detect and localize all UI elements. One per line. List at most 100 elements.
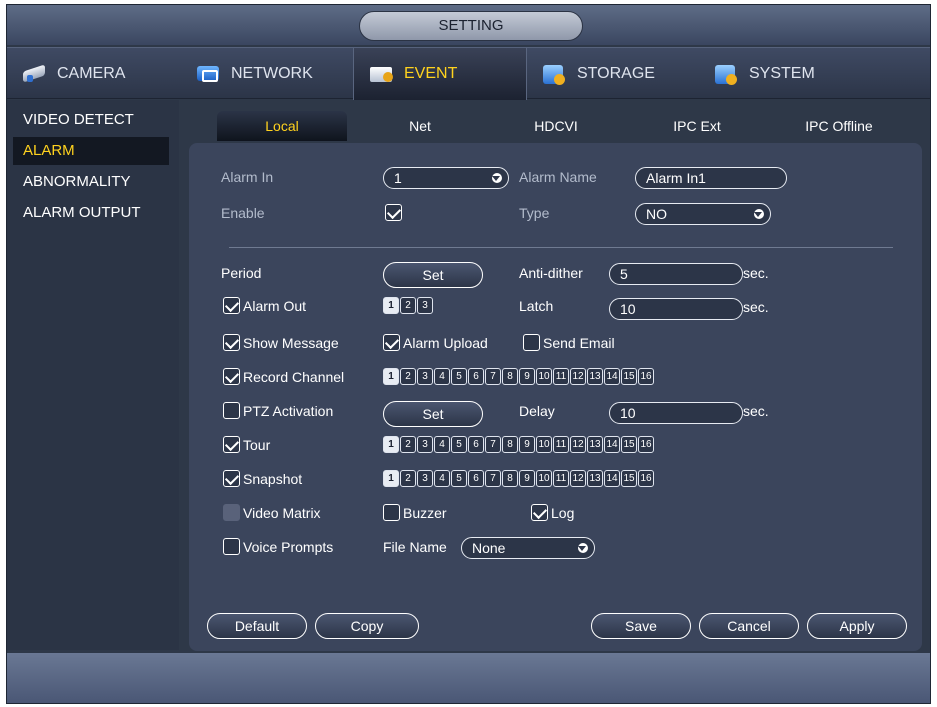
snapshot-channel-button[interactable]: 1 <box>383 470 399 487</box>
tour-channel-button[interactable]: 5 <box>451 436 467 453</box>
alarm-name-label: Alarm Name <box>519 169 597 185</box>
tour-checkbox[interactable] <box>223 436 240 453</box>
tab-camera[interactable]: CAMERA <box>21 48 181 100</box>
tab-hdcvi[interactable]: HDCVI <box>511 111 601 141</box>
cancel-button[interactable]: Cancel <box>699 613 799 639</box>
period-set-button[interactable]: Set <box>383 262 483 288</box>
alarm-out-checkbox[interactable] <box>223 297 240 314</box>
tour-channel-button[interactable]: 14 <box>604 436 620 453</box>
snapshot-channel-button[interactable]: 9 <box>519 470 535 487</box>
alarm-out-channel[interactable]: 2 <box>400 297 416 314</box>
alarm-out-channel[interactable]: 1 <box>383 297 399 314</box>
record-channel-button[interactable]: 2 <box>400 368 416 385</box>
snapshot-channel-button[interactable]: 12 <box>570 470 586 487</box>
tab-system[interactable]: SYSTEM <box>713 48 863 100</box>
file-name-select[interactable]: None <box>461 537 595 559</box>
send-email-checkbox[interactable] <box>523 334 540 351</box>
snapshot-channel-button[interactable]: 2 <box>400 470 416 487</box>
tour-channel-button[interactable]: 1 <box>383 436 399 453</box>
tour-channel-button[interactable]: 6 <box>468 436 484 453</box>
tab-storage-label: STORAGE <box>577 65 655 82</box>
tab-local[interactable]: Local <box>217 111 347 141</box>
alarm-out-channel[interactable]: 3 <box>417 297 433 314</box>
tab-ipc-offline[interactable]: IPC Offline <box>779 111 899 141</box>
snapshot-channel-button[interactable]: 7 <box>485 470 501 487</box>
snapshot-channel-button[interactable]: 13 <box>587 470 603 487</box>
tab-network[interactable]: NETWORK <box>195 48 345 100</box>
type-select[interactable]: NO <box>635 203 771 225</box>
record-channel-button[interactable]: 1 <box>383 368 399 385</box>
tour-channel-button[interactable]: 10 <box>536 436 552 453</box>
default-button[interactable]: Default <box>207 613 307 639</box>
tab-event[interactable]: EVENT <box>353 48 527 100</box>
snapshot-channel-button[interactable]: 11 <box>553 470 569 487</box>
record-channel-button[interactable]: 10 <box>536 368 552 385</box>
title-bar: SETTING <box>7 5 930 45</box>
video-matrix-checkbox[interactable] <box>223 504 240 521</box>
record-channel-button[interactable]: 16 <box>638 368 654 385</box>
record-channel-button[interactable]: 14 <box>604 368 620 385</box>
snapshot-channel-button[interactable]: 6 <box>468 470 484 487</box>
snapshot-channel-button[interactable]: 5 <box>451 470 467 487</box>
tour-channel-button[interactable]: 3 <box>417 436 433 453</box>
record-channel-button[interactable]: 9 <box>519 368 535 385</box>
sidebar-item-abnormality[interactable]: ABNORMALITY <box>13 168 169 196</box>
tour-channel-button[interactable]: 11 <box>553 436 569 453</box>
sidebar-item-alarm-output[interactable]: ALARM OUTPUT <box>13 199 169 227</box>
copy-button[interactable]: Copy <box>315 613 419 639</box>
snapshot-channel-button[interactable]: 10 <box>536 470 552 487</box>
tab-ipc-ext[interactable]: IPC Ext <box>647 111 747 141</box>
log-checkbox[interactable] <box>531 504 548 521</box>
record-channel-button[interactable]: 4 <box>434 368 450 385</box>
alarm-in-select[interactable]: 1 <box>383 167 509 189</box>
tab-storage[interactable]: STORAGE <box>541 48 691 100</box>
latch-input[interactable]: 10 <box>609 298 743 320</box>
enable-checkbox[interactable] <box>385 204 402 221</box>
record-channel-button[interactable]: 6 <box>468 368 484 385</box>
record-channel-checkbox[interactable] <box>223 368 240 385</box>
save-button[interactable]: Save <box>591 613 691 639</box>
sidebar-item-alarm[interactable]: ALARM <box>13 137 169 165</box>
tour-channel-button[interactable]: 7 <box>485 436 501 453</box>
snapshot-channel-button[interactable]: 14 <box>604 470 620 487</box>
record-channel-button[interactable]: 7 <box>485 368 501 385</box>
alarm-in-label: Alarm In <box>221 169 274 185</box>
alarm-name-input[interactable]: Alarm In1 <box>635 167 787 189</box>
snapshot-channel-button[interactable]: 3 <box>417 470 433 487</box>
status-bar <box>7 653 930 703</box>
ptz-set-button[interactable]: Set <box>383 401 483 427</box>
tour-channel-button[interactable]: 4 <box>434 436 450 453</box>
tour-channel-button[interactable]: 16 <box>638 436 654 453</box>
tab-net[interactable]: Net <box>375 111 465 141</box>
snapshot-channel-button[interactable]: 15 <box>621 470 637 487</box>
delay-input[interactable]: 10 <box>609 402 743 424</box>
tour-channel-button[interactable]: 9 <box>519 436 535 453</box>
snapshot-channel-button[interactable]: 8 <box>502 470 518 487</box>
record-channel-button[interactable]: 11 <box>553 368 569 385</box>
sidebar-item-video-detect[interactable]: VIDEO DETECT <box>13 106 169 134</box>
alarm-in-value: 1 <box>394 170 402 186</box>
tour-channel-button[interactable]: 13 <box>587 436 603 453</box>
anti-dither-input[interactable]: 5 <box>609 263 743 285</box>
snapshot-channel-button[interactable]: 16 <box>638 470 654 487</box>
record-channel-button[interactable]: 8 <box>502 368 518 385</box>
record-channel-button[interactable]: 12 <box>570 368 586 385</box>
record-channel-button[interactable]: 3 <box>417 368 433 385</box>
tour-channel-button[interactable]: 15 <box>621 436 637 453</box>
record-channel-button[interactable]: 13 <box>587 368 603 385</box>
tab-event-label: EVENT <box>404 65 458 82</box>
voice-prompts-checkbox[interactable] <box>223 538 240 555</box>
alarm-upload-checkbox[interactable] <box>383 334 400 351</box>
snapshot-checkbox[interactable] <box>223 470 240 487</box>
tour-channel-button[interactable]: 2 <box>400 436 416 453</box>
tour-channel-button[interactable]: 12 <box>570 436 586 453</box>
period-label: Period <box>221 265 262 281</box>
ptz-activation-checkbox[interactable] <box>223 402 240 419</box>
show-message-checkbox[interactable] <box>223 334 240 351</box>
apply-button[interactable]: Apply <box>807 613 907 639</box>
record-channel-button[interactable]: 15 <box>621 368 637 385</box>
buzzer-checkbox[interactable] <box>383 504 400 521</box>
tour-channel-button[interactable]: 8 <box>502 436 518 453</box>
snapshot-channel-button[interactable]: 4 <box>434 470 450 487</box>
record-channel-button[interactable]: 5 <box>451 368 467 385</box>
